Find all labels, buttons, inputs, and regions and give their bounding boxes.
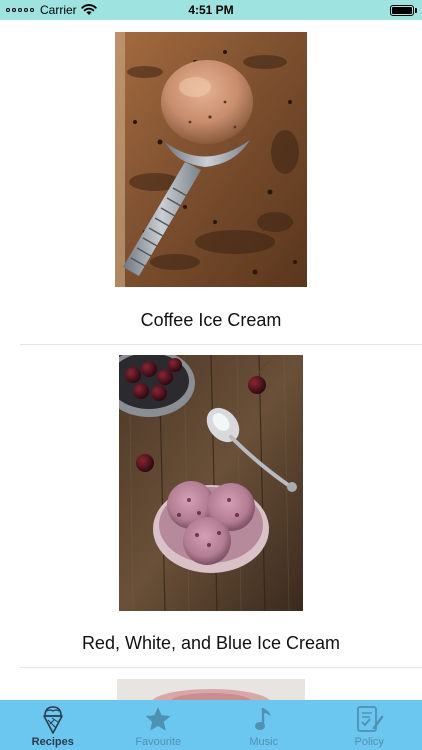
tab-policy[interactable]: Policy <box>317 700 422 750</box>
recipe-list[interactable]: Coffee Ice Cream Red, White, and Blue Ic… <box>0 20 422 700</box>
battery-icon <box>390 5 414 16</box>
recipe-card-red-white-blue[interactable]: Red, White, and Blue Ice Cream <box>0 345 422 668</box>
coffee-ice-cream-photo <box>115 32 307 287</box>
carrier-label: Carrier <box>40 3 77 17</box>
recipe-card-partial[interactable] <box>0 668 422 700</box>
tab-music[interactable]: Music <box>211 700 316 750</box>
policy-document-icon <box>354 704 384 734</box>
tab-label: Favourite <box>135 736 182 748</box>
tab-favourite[interactable]: Favourite <box>106 700 211 750</box>
battery-cap <box>415 8 417 13</box>
recipe-title: Red, White, and Blue Ice Cream <box>81 633 341 653</box>
recipe-title: Coffee Ice Cream <box>140 310 282 330</box>
tab-label: Policy <box>354 736 384 748</box>
tab-label: Recipes <box>31 736 74 748</box>
wifi-icon <box>80 4 97 15</box>
music-note-icon <box>249 704 279 734</box>
partial-next-recipe-photo <box>117 679 305 700</box>
cherry-ice-cream-photo <box>119 355 303 611</box>
star-icon <box>143 704 173 734</box>
tab-bar: Recipes Favourite Music Policy <box>0 700 422 750</box>
status-left: Carrier <box>6 0 97 20</box>
signal-strength-icon <box>6 8 34 12</box>
recipe-card-coffee[interactable]: Coffee Ice Cream <box>0 20 422 345</box>
tab-recipes[interactable]: Recipes <box>0 700 105 750</box>
tab-label: Music <box>249 736 279 748</box>
status-bar: Carrier 4:51 PM <box>0 0 422 20</box>
ice-cream-cone-icon <box>38 704 68 734</box>
